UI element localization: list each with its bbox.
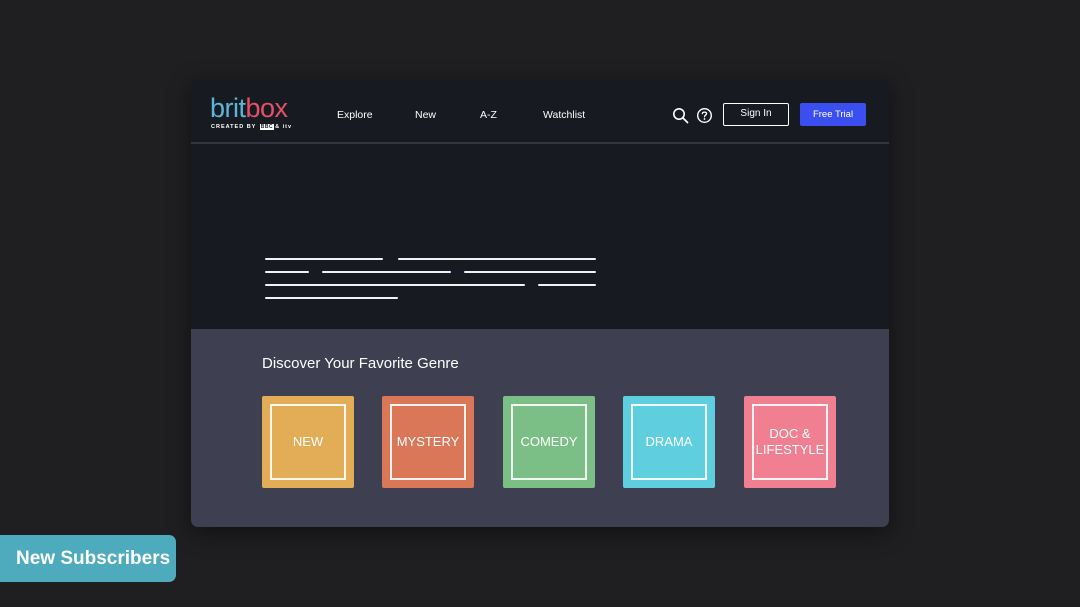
help-icon[interactable]	[696, 107, 713, 124]
stage: britbox CREATED BY BBC & itv Explore New …	[0, 0, 1080, 607]
bbc-logo: BBC	[259, 124, 275, 130]
sign-in-button[interactable]: Sign In	[723, 103, 789, 126]
genre-section-title: Discover Your Favorite Genre	[262, 355, 459, 372]
logo-word-box: box	[245, 93, 289, 123]
nav-item-watchlist[interactable]: Watchlist	[543, 109, 585, 121]
genre-tile-label: COMEDY	[520, 434, 578, 449]
hero-placeholder-line	[322, 271, 451, 273]
genre-tile-frame: DRAMA	[631, 404, 707, 480]
genre-tile-new[interactable]: NEW	[262, 396, 354, 488]
genre-tile-label: MYSTERY	[396, 434, 460, 449]
nav-item-new[interactable]: New	[415, 109, 436, 121]
hero-placeholder-line	[398, 258, 596, 260]
hero-section	[191, 146, 889, 329]
genre-tile-label: DRAMA	[645, 434, 693, 449]
nav-item-explore[interactable]: Explore	[337, 109, 373, 121]
hero-placeholder-line	[265, 284, 525, 286]
new-subscribers-badge: New Subscribers	[0, 535, 176, 582]
hero-placeholder-line	[538, 284, 596, 286]
logo-wordmark: britbox	[210, 93, 288, 123]
browser-window: britbox CREATED BY BBC & itv Explore New …	[191, 79, 889, 527]
free-trial-button[interactable]: Free Trial	[800, 103, 866, 126]
genre-tile-comedy[interactable]: COMEDY	[503, 396, 595, 488]
genre-tile-mystery[interactable]: MYSTERY	[382, 396, 474, 488]
genre-tile-drama[interactable]: DRAMA	[623, 396, 715, 488]
genre-section: Discover Your Favorite Genre NEW MYSTERY…	[191, 329, 889, 527]
genre-tile-doc-lifestyle[interactable]: DOC & LIFESTYLE	[744, 396, 836, 488]
search-icon[interactable]	[672, 107, 689, 124]
britbox-logo[interactable]: britbox CREATED BY BBC & itv	[210, 93, 302, 133]
site-header: britbox CREATED BY BBC & itv Explore New …	[191, 79, 889, 144]
genre-tile-frame: MYSTERY	[390, 404, 466, 480]
logo-joiner: &	[275, 124, 281, 130]
hero-placeholder-line	[464, 271, 596, 273]
logo-word-brit: brit	[210, 93, 246, 123]
genre-tile-frame: NEW	[270, 404, 346, 480]
hero-placeholder-line	[265, 297, 398, 299]
logo-tagline-text: CREATED BY	[211, 124, 257, 130]
logo-tagline: CREATED BY BBC & itv	[211, 124, 292, 130]
genre-tile-frame: DOC & LIFESTYLE	[752, 404, 828, 480]
genre-tile-frame: COMEDY	[511, 404, 587, 480]
genre-tile-label: NEW	[292, 434, 324, 449]
hero-placeholder-line	[265, 258, 383, 260]
hero-placeholder-line	[265, 271, 309, 273]
nav-item-a-z[interactable]: A-Z	[480, 109, 497, 121]
itv-logo: itv	[282, 124, 293, 130]
genre-tile-label: DOC & LIFESTYLE	[755, 426, 825, 457]
